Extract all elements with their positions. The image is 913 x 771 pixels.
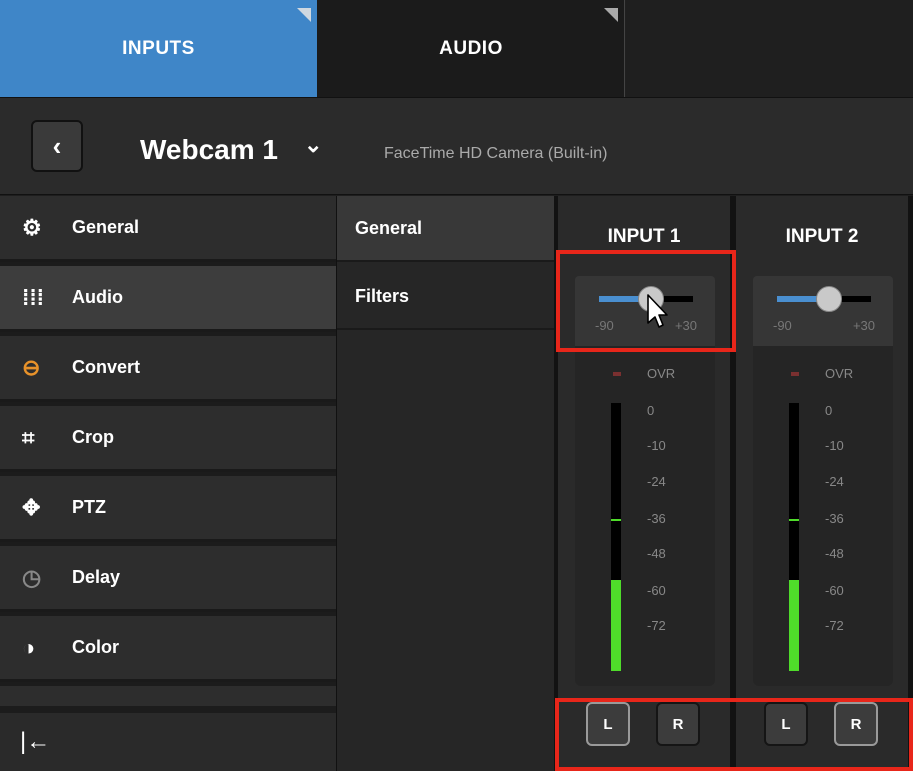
back-button[interactable]: ‹	[31, 120, 83, 172]
sidebar-item-partial	[0, 686, 336, 706]
sidebar-item-label: Audio	[72, 287, 123, 307]
meter-bar	[789, 403, 799, 671]
source-description: FaceTime HD Camera (Built-in)	[384, 145, 608, 162]
source-header: ‹ Webcam 1 ⌄ FaceTime HD Camera (Built-i…	[0, 97, 913, 195]
volume-max-label: +30	[852, 318, 875, 333]
meter-tick-label: -48	[647, 546, 666, 561]
ptz-icon: ✥	[22, 494, 41, 520]
tab-audio[interactable]: AUDIO	[318, 0, 625, 97]
app-window: INPUTS AUDIO ‹ Webcam 1 ⌄ FaceTime HD Ca…	[0, 0, 913, 771]
sidebar-item-crop[interactable]: ⌗ Crop	[0, 406, 336, 472]
right-channel-button[interactable]: R	[834, 702, 878, 746]
meter-tick-label: -60	[825, 583, 844, 598]
meter-peak-marker	[611, 518, 621, 521]
sidebar-item-label: Crop	[72, 427, 114, 447]
meter-tick-label: -72	[647, 618, 666, 633]
audio-sliders-icon: ⁞⁞⁞	[22, 284, 44, 310]
collapse-arrow-icon: |←	[20, 728, 51, 755]
meter-tick-label: -24	[647, 474, 666, 489]
meter-level-fill	[789, 579, 799, 671]
strip-title: INPUT 1	[607, 226, 681, 247]
overload-led-icon	[613, 372, 621, 376]
source-name[interactable]: Webcam 1	[140, 134, 278, 166]
volume-max-label: +30	[674, 318, 697, 333]
tab-inputs[interactable]: INPUTS	[0, 0, 318, 97]
volume-min-label: -90	[773, 318, 792, 333]
convert-icon: ⊖	[22, 354, 41, 380]
subnav-general[interactable]: General	[337, 196, 554, 262]
volume-control: -90 +30	[753, 276, 893, 346]
audio-mixer: INPUT 1 -90 +30 OVR 0 -10 -24 -36 -48 -60 -72 …	[554, 196, 913, 771]
collapse-sidebar-button[interactable]: |←	[0, 713, 336, 771]
left-channel-button[interactable]: L	[586, 702, 630, 746]
meter-tick-label: -36	[825, 511, 844, 526]
strip-title: INPUT 2	[785, 226, 859, 247]
subnav-label: General	[355, 217, 423, 238]
volume-slider-thumb[interactable]	[815, 286, 842, 312]
clock-icon: ◷	[22, 564, 42, 590]
right-channel-button[interactable]: R	[656, 702, 700, 746]
subnav-label: Filters	[355, 285, 410, 306]
meter-tick-label: -10	[647, 438, 666, 453]
crop-icon: ⌗	[22, 424, 35, 450]
mouse-pointer-icon	[647, 294, 668, 328]
tab-corner-icon	[297, 8, 311, 22]
meter-tick-label: -72	[825, 618, 844, 633]
settings-sidebar: ⚙ General ⁞⁞⁞ Audio ⊖ Convert ⌗ Crop ✥ P…	[0, 196, 336, 771]
channel-routing: L R	[736, 702, 908, 762]
meter-tick-label: 0	[825, 403, 833, 418]
volume-min-label: -90	[595, 318, 614, 333]
channel-strip-input-2: INPUT 2 -90 +30 OVR 0 -10 -24 -36 -48 -60 -72 …	[736, 196, 908, 771]
channel-strip-input-1: INPUT 1 -90 +30 OVR 0 -10 -24 -36 -48 -60 -72 …	[558, 196, 730, 771]
level-meter: OVR 0 -10 -24 -36 -48 -60 -72	[575, 346, 715, 686]
meter-bar	[611, 403, 621, 671]
meter-peak-marker	[789, 518, 799, 521]
left-channel-button[interactable]: L	[764, 702, 808, 746]
overload-led-icon	[791, 372, 799, 376]
sidebar-item-general[interactable]: ⚙ General	[0, 196, 336, 262]
subnav-filters[interactable]: Filters	[337, 264, 554, 330]
sidebar-item-audio[interactable]: ⁞⁞⁞ Audio	[0, 266, 336, 332]
meter-level-fill	[611, 579, 621, 671]
audio-subnav: General Filters	[336, 196, 554, 771]
sidebar-item-color[interactable]: ◑ Color	[0, 616, 336, 682]
meter-tick-label: 0	[647, 403, 655, 418]
meter-tick-label: -36	[647, 511, 666, 526]
overload-label: OVR	[647, 366, 676, 381]
top-tab-bar: INPUTS AUDIO	[0, 0, 913, 97]
sidebar-item-label: Color	[72, 637, 119, 657]
overload-label: OVR	[825, 366, 854, 381]
tab-corner-icon	[604, 8, 618, 22]
tab-inputs-label: INPUTS	[122, 37, 195, 59]
sidebar-item-label: Delay	[72, 567, 121, 587]
level-meter: OVR 0 -10 -24 -36 -48 -60 -72	[753, 346, 893, 686]
meter-tick-label: -10	[825, 438, 844, 453]
meter-tick-label: -60	[647, 583, 666, 598]
chevron-left-icon: ‹	[52, 130, 62, 161]
channel-routing: L R	[558, 702, 730, 762]
sidebar-item-label: PTZ	[72, 497, 106, 517]
tab-empty-area	[626, 0, 913, 97]
sidebar-item-label: General	[72, 217, 140, 237]
sidebar-item-label: Convert	[72, 357, 141, 377]
volume-slider-track[interactable]	[777, 286, 871, 312]
meter-tick-label: -48	[825, 546, 844, 561]
sidebar-item-delay[interactable]: ◷ Delay	[0, 546, 336, 612]
color-drop-icon: ◑	[22, 634, 36, 660]
meter-tick-label: -24	[825, 474, 844, 489]
gear-icon: ⚙	[22, 214, 42, 240]
sidebar-item-ptz[interactable]: ✥ PTZ	[0, 476, 336, 542]
chevron-down-icon[interactable]: ⌄	[304, 132, 322, 158]
tab-audio-label: AUDIO	[439, 37, 503, 59]
sidebar-item-convert[interactable]: ⊖ Convert	[0, 336, 336, 402]
